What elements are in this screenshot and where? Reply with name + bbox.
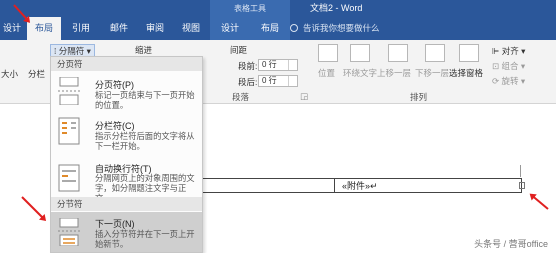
- selection-pane-icon: [459, 44, 479, 62]
- spacing-after-label: 段后:: [238, 77, 258, 87]
- tab-view[interactable]: 视图: [176, 17, 206, 40]
- paragraph-group-label: 段落: [232, 92, 250, 102]
- tab-mailings[interactable]: 邮件: [104, 17, 134, 40]
- context-tab-group-label: 表格工具: [210, 0, 290, 17]
- group-button[interactable]: ⊡ 组合 ▾: [492, 60, 525, 72]
- position-icon: [318, 44, 338, 62]
- wrap-text-button[interactable]: 环绕文字: [343, 67, 377, 79]
- send-backward-icon: [425, 44, 445, 62]
- menu-item-desc: 标记一页结束与下一页开始的位置。: [95, 90, 195, 110]
- bring-forward-icon: [388, 44, 408, 62]
- size-button-label[interactable]: 大小: [1, 68, 18, 80]
- table-cell-divider: [334, 178, 335, 193]
- selection-pane-button[interactable]: 选择窗格: [449, 67, 483, 79]
- breaks-dropdown-menu: 分页符 分页符(P) 标记一页结束与下一页开始的位置。 分栏符(C) 指示分栏符…: [50, 56, 203, 253]
- watermark: 头条号 / 营哥office: [474, 239, 548, 249]
- indent-label: 缩进: [135, 45, 153, 55]
- tab-references[interactable]: 引用: [66, 17, 96, 40]
- margin-marker: [520, 165, 521, 177]
- align-button[interactable]: ⊫ 对齐 ▾: [492, 45, 525, 57]
- page-breaks-header: 分页符: [51, 57, 202, 71]
- align-label: 对齐: [501, 46, 519, 56]
- breaks-button-label: 分隔符: [58, 46, 85, 56]
- text-wrap-break-icon: [58, 164, 80, 192]
- paragraph-dialog-launcher-icon[interactable]: ◲: [300, 91, 308, 102]
- align-icon: ⊫: [492, 46, 502, 56]
- menu-item-desc: 指示分栏符后面的文字将从下一栏开始。: [95, 131, 195, 151]
- spacing-before-input[interactable]: 0 行: [258, 59, 298, 71]
- spacing-before-label: 段前:: [238, 61, 258, 71]
- tab-table-layout[interactable]: 布局: [250, 17, 290, 40]
- title-bar: 表格工具 文档2 - Word: [0, 0, 556, 17]
- section-breaks-header: 分节符: [51, 197, 202, 211]
- window-title: 文档2 - Word: [310, 3, 363, 13]
- lightbulb-icon: [290, 24, 298, 32]
- column-break-icon: [58, 117, 80, 145]
- spacing-label: 间距: [230, 45, 248, 55]
- wrap-text-icon: [350, 44, 370, 62]
- menu-item-next-page[interactable]: 下一页(N) 插入分节符并在下一页上开始新节。: [51, 212, 202, 252]
- tab-design-left[interactable]: 设计: [0, 17, 24, 40]
- rotate-label: 旋转: [501, 76, 519, 86]
- columns-button-label[interactable]: 分栏: [28, 68, 45, 80]
- rotate-button[interactable]: ⟳ 旋转 ▾: [492, 75, 525, 87]
- tell-me-search[interactable]: 告诉我你想要做什么: [290, 17, 380, 40]
- ribbon-tab-row: 设计 布局 引用 邮件 审阅 视图 设计 布局 告诉我你想要做什么: [0, 17, 556, 40]
- tab-table-design[interactable]: 设计: [210, 17, 250, 40]
- tell-me-text: 告诉我你想要做什么: [303, 23, 380, 33]
- spacing-after-input[interactable]: 0 行: [258, 75, 298, 87]
- group-label: 组合: [501, 61, 519, 71]
- menu-item-desc: 插入分节符并在下一页上开始新节。: [95, 229, 195, 249]
- menu-item-column-break[interactable]: 分栏符(C) 指示分栏符后面的文字将从下一栏开始。: [51, 111, 202, 157]
- bring-forward-button[interactable]: 上移一层: [377, 67, 411, 79]
- tab-review[interactable]: 审阅: [140, 17, 170, 40]
- page-break-icon: [58, 77, 80, 105]
- row-end-marker[interactable]: [519, 182, 525, 189]
- arrange-group-label: 排列: [410, 92, 428, 102]
- merge-field-cell[interactable]: «附件»↵: [342, 179, 378, 192]
- send-backward-button[interactable]: 下移一层: [415, 67, 449, 79]
- position-button[interactable]: 位置: [318, 67, 335, 79]
- next-page-section-icon: [58, 218, 80, 246]
- menu-item-page-break[interactable]: 分页符(P) 标记一页结束与下一页开始的位置。: [51, 72, 202, 110]
